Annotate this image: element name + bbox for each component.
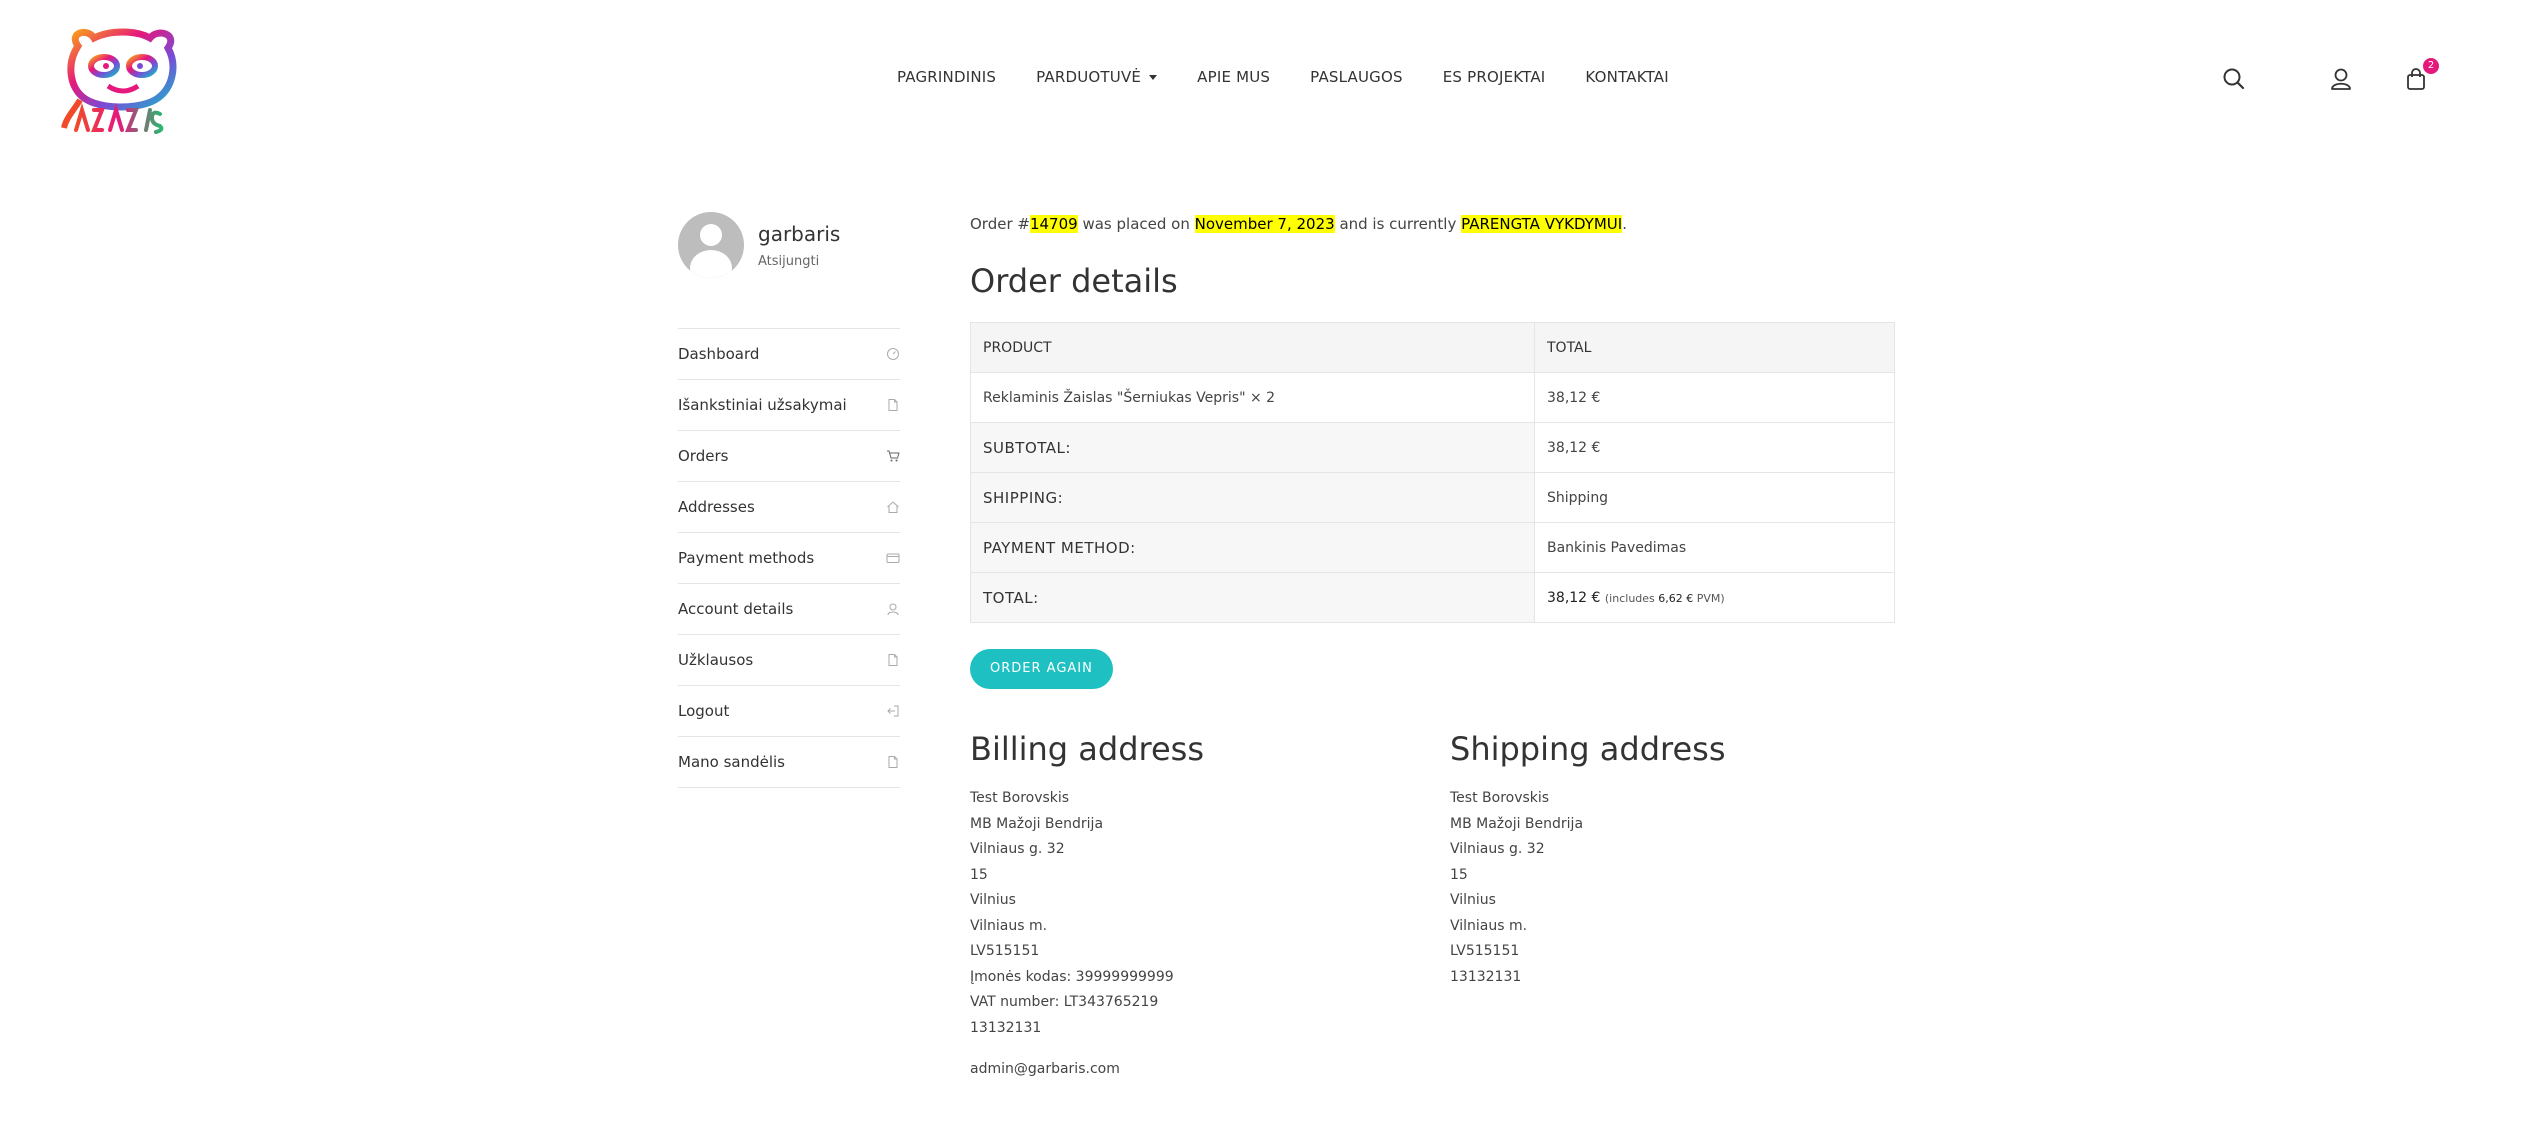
shipping-value: Shipping: [1534, 472, 1895, 523]
main-nav: PAGRINDINIS PARDUOTUVĖ APIE MUS PASLAUGO…: [897, 68, 1669, 86]
billing-line: 15: [970, 866, 988, 883]
chevron-down-icon: [1149, 74, 1158, 80]
shipping-line: 13132131: [1450, 968, 1522, 985]
menu-item-dashboard[interactable]: Dashboard: [678, 329, 900, 380]
dashboard-icon: [887, 348, 899, 360]
credit-card-icon: [886, 553, 900, 563]
home-icon: [887, 501, 899, 513]
nav-item-pagrindinis[interactable]: PAGRINDINIS: [897, 68, 996, 86]
billing-line: VAT number: LT343765219: [970, 994, 1159, 1010]
billing-line: Test Borovskis: [970, 790, 1070, 806]
order-notice: Order #14709 was placed on November 7, 2…: [970, 215, 1627, 233]
shipping-line: Vilniaus g. 32: [1450, 841, 1545, 857]
order-number: 14709: [1029, 215, 1078, 233]
billing-line: Įmonės kodas: 39999999999: [970, 968, 1174, 985]
site-logo[interactable]: [60, 26, 184, 138]
account-sidebar: garbaris Atsijungti Dashboard Išankstini…: [678, 210, 900, 788]
menu-item-addresses[interactable]: Addresses: [678, 482, 900, 533]
col-total-header: TOTAL: [1534, 322, 1895, 373]
menu-item-inquiries[interactable]: Užklausos: [678, 635, 900, 686]
nav-item-paslaugos[interactable]: PASLAUGOS: [1310, 68, 1403, 86]
nav-item-es-projektai[interactable]: ES PROJEKTAI: [1443, 68, 1546, 86]
billing-line: Vilniaus g. 32: [970, 841, 1065, 857]
search-icon[interactable]: [2221, 66, 2247, 92]
site-header: PAGRINDINIS PARDUOTUVĖ APIE MUS PASLAUGO…: [0, 0, 2542, 160]
order-date: November 7, 2023: [1194, 215, 1335, 233]
billing-address: Billing address Test Borovskis MB Mažoji…: [970, 726, 1410, 1077]
table-row: Reklaminis Žaislas "Šerniukas Vepris" × …: [970, 372, 1895, 423]
table-row: PAYMENT METHOD: Bankinis Pavedimas: [970, 522, 1895, 573]
document-icon: [888, 756, 898, 768]
document-icon: [888, 399, 898, 411]
order-view: Order #14709 was placed on November 7, 2…: [970, 210, 1895, 1077]
menu-item-my-warehouse[interactable]: Mano sandėlis: [678, 737, 900, 788]
billing-line: Vilnius: [970, 892, 1016, 908]
shipping-line: Test Borovskis: [1450, 790, 1550, 806]
shipping-line: Vilnius: [1450, 892, 1496, 908]
shipping-address-heading: Shipping address: [1450, 730, 1726, 768]
shipping-line: Vilniaus m.: [1450, 917, 1528, 934]
shipping-address: Shipping address Test Borovskis MB Mažoj…: [1450, 726, 1890, 990]
logout-link[interactable]: Atsijungti: [758, 254, 840, 269]
account-menu: Dashboard Išankstiniai užsakymai Orders …: [678, 328, 900, 788]
document-icon: [888, 654, 898, 666]
panda-logo-image: [61, 28, 177, 134]
menu-item-pre-orders[interactable]: Išankstiniai užsakymai: [678, 380, 900, 431]
nav-item-apie-mus[interactable]: APIE MUS: [1197, 68, 1270, 86]
user-icon[interactable]: [2328, 66, 2354, 92]
cart-count-badge: 2: [2423, 58, 2439, 74]
user-icon: [887, 603, 899, 616]
billing-address-heading: Billing address: [970, 730, 1204, 768]
menu-item-orders[interactable]: Orders: [678, 431, 900, 482]
shipping-line: LV515151: [1450, 943, 1520, 959]
menu-item-logout[interactable]: Logout: [678, 686, 900, 737]
table-row: SUBTOTAL: 38,12 €: [970, 422, 1895, 473]
user-box: garbaris Atsijungti: [678, 210, 900, 280]
total-cell: 38,12 € (includes 6,62 € PVM): [1534, 572, 1895, 623]
order-status: PARENGTA VYKDYMUI: [1461, 215, 1623, 233]
nav-item-kontaktai[interactable]: KONTAKTAI: [1585, 68, 1668, 86]
shipping-label: SHIPPING:: [970, 472, 1535, 523]
total-label: TOTAL:: [970, 572, 1535, 623]
billing-line: Vilniaus m.: [970, 917, 1048, 934]
shopping-bag-icon[interactable]: 2: [2403, 58, 2439, 92]
table-row: TOTAL: 38,12 € (includes 6,62 € PVM): [970, 572, 1895, 623]
subtotal-label: SUBTOTAL:: [970, 422, 1535, 473]
order-again-button[interactable]: ORDER AGAIN: [970, 649, 1113, 689]
tax-note: (includes 6,62 € PVM): [1604, 591, 1725, 605]
billing-email: admin@garbaris.com: [970, 1061, 1120, 1077]
billing-line: LV515151: [970, 943, 1040, 959]
subtotal-value: 38,12 €: [1534, 422, 1895, 473]
total-value: 38,12 €: [1547, 589, 1601, 606]
menu-item-account-details[interactable]: Account details: [678, 584, 900, 635]
product-name-link[interactable]: Reklaminis Žaislas "Šerniukas Vepris": [983, 390, 1246, 406]
logout-icon: [887, 705, 899, 717]
username: garbaris: [758, 221, 841, 246]
product-cell: Reklaminis Žaislas "Šerniukas Vepris" × …: [970, 372, 1535, 423]
billing-line: 13132131: [970, 1019, 1042, 1036]
cart-icon: [887, 450, 900, 462]
billing-line: MB Mažoji Bendrija: [970, 815, 1104, 832]
table-header-row: PRODUCT TOTAL: [970, 322, 1895, 373]
menu-item-payment-methods[interactable]: Payment methods: [678, 533, 900, 584]
table-row: SHIPPING: Shipping: [970, 472, 1895, 523]
shipping-line: 15: [1450, 866, 1468, 883]
payment-method-label: PAYMENT METHOD:: [970, 522, 1535, 573]
product-total: 38,12 €: [1534, 372, 1895, 423]
payment-method-value: Bankinis Pavedimas: [1534, 522, 1895, 573]
nav-item-parduotuve[interactable]: PARDUOTUVĖ: [1036, 68, 1158, 86]
order-details-heading: Order details: [970, 262, 1178, 300]
col-product-header: PRODUCT: [970, 322, 1535, 373]
shipping-line: MB Mažoji Bendrija: [1450, 815, 1584, 832]
product-qty: × 2: [1245, 389, 1276, 406]
avatar: [678, 212, 744, 278]
order-details-table: PRODUCT TOTAL Reklaminis Žaislas "Šerniu…: [970, 322, 1895, 623]
